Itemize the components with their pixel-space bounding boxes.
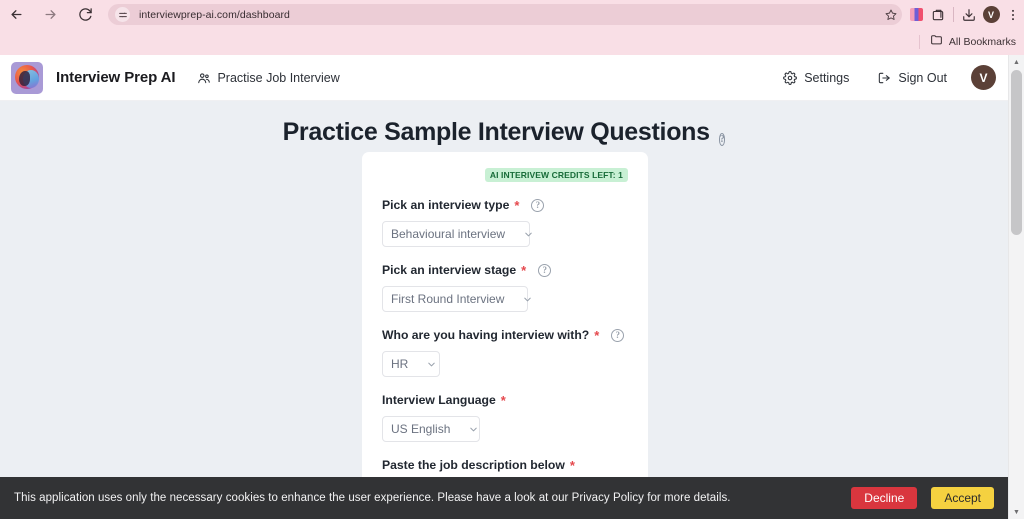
field-interview-type: Pick an interview type * ? Behavioural i… bbox=[382, 198, 628, 247]
sign-out-label: Sign Out bbox=[898, 70, 947, 85]
tune-sliders-icon[interactable] bbox=[115, 7, 130, 22]
browser-profile-initial: V bbox=[982, 6, 1000, 23]
toolbar-actions: V bbox=[905, 4, 1024, 26]
nav-practise-job-interview-label: Practise Job Interview bbox=[217, 70, 340, 85]
field-interview-language-label: Interview Language bbox=[382, 393, 496, 407]
field-interview-stage-label-row: Pick an interview stage * ? bbox=[382, 263, 628, 277]
field-job-description-label-row: Paste the job description below * bbox=[382, 458, 628, 472]
interview-type-select[interactable]: Behavioural interview bbox=[382, 221, 532, 247]
required-marker: * bbox=[569, 457, 575, 473]
people-icon bbox=[197, 71, 211, 85]
extension-puzzle-icon[interactable] bbox=[905, 4, 927, 26]
scrollbar-thumb[interactable] bbox=[1011, 70, 1022, 235]
brand-name[interactable]: Interview Prep AI bbox=[56, 69, 176, 86]
help-circle-icon[interactable]: ? bbox=[611, 328, 625, 342]
toolbar-divider bbox=[953, 7, 954, 22]
interview-with-value: HR bbox=[391, 357, 409, 371]
help-circle-icon[interactable]: ? bbox=[531, 198, 545, 212]
folder-icon bbox=[930, 33, 943, 51]
sign-out-button[interactable]: Sign Out bbox=[877, 71, 947, 85]
interview-stage-select[interactable]: First Round Interview bbox=[382, 286, 532, 312]
accept-button[interactable]: Accept bbox=[931, 487, 994, 509]
page-scrollbar[interactable]: ▲ ▼ bbox=[1008, 55, 1024, 519]
split-screen-icon[interactable] bbox=[927, 4, 949, 26]
field-interview-type-label: Pick an interview type bbox=[382, 198, 510, 212]
app-header: Interview Prep AI Practise Job Interview… bbox=[0, 55, 1008, 101]
field-job-description-label: Paste the job description below bbox=[382, 458, 565, 472]
interview-form-card: AI INTERIVEW CREDITS LEFT: 1 Pick an int… bbox=[362, 152, 648, 519]
interview-language-value: US English bbox=[391, 422, 451, 436]
chevron-down-icon[interactable] bbox=[523, 226, 534, 242]
status-badge: AI INTERIVEW CREDITS LEFT: 1 bbox=[484, 168, 628, 182]
cookie-consent-banner: This application uses only the necessary… bbox=[0, 477, 1008, 519]
page-content: Practice Sample Interview Questions ? AI… bbox=[0, 101, 1008, 519]
field-interview-with: Who are you having interview with? * ? H… bbox=[382, 328, 628, 377]
address-bar[interactable]: interviewprep-ai.com/dashboard bbox=[108, 4, 902, 25]
chevron-down-icon[interactable] bbox=[426, 356, 437, 372]
required-marker: * bbox=[521, 262, 527, 278]
field-interview-language-label-row: Interview Language * bbox=[382, 393, 628, 407]
decline-button[interactable]: Decline bbox=[851, 487, 918, 509]
bookmarks-divider bbox=[918, 35, 920, 49]
download-icon[interactable] bbox=[958, 4, 980, 26]
sign-out-icon bbox=[877, 71, 891, 85]
help-circle-icon[interactable]: ? bbox=[538, 263, 552, 277]
interview-language-select[interactable]: US English bbox=[382, 416, 480, 442]
field-interview-with-label-row: Who are you having interview with? * ? bbox=[382, 328, 628, 342]
cookie-consent-text: This application uses only the necessary… bbox=[14, 492, 731, 504]
field-interview-with-label: Who are you having interview with? bbox=[382, 328, 590, 342]
browser-toolbar: interviewprep-ai.com/dashboard V bbox=[0, 0, 1024, 29]
bookmark-star-icon[interactable] bbox=[882, 6, 899, 23]
required-marker: * bbox=[500, 392, 506, 408]
gear-icon bbox=[783, 70, 798, 85]
reload-icon[interactable] bbox=[72, 2, 98, 28]
forward-icon[interactable] bbox=[37, 2, 63, 28]
cookie-consent-actions: Decline Accept bbox=[851, 487, 994, 509]
all-bookmarks-label[interactable]: All Bookmarks bbox=[949, 36, 1016, 48]
required-marker: * bbox=[514, 197, 520, 213]
help-circle-icon[interactable]: ? bbox=[718, 120, 726, 149]
credits-badge-row: AI INTERIVEW CREDITS LEFT: 1 bbox=[382, 168, 628, 182]
field-interview-type-label-row: Pick an interview type * ? bbox=[382, 198, 628, 212]
chevron-down-icon[interactable] bbox=[468, 421, 479, 437]
chevron-down-icon[interactable] bbox=[522, 291, 533, 307]
interview-type-value: Behavioural interview bbox=[391, 227, 506, 241]
address-bar-url: interviewprep-ai.com/dashboard bbox=[139, 8, 290, 21]
bookmarks-bar: All Bookmarks bbox=[0, 29, 1024, 55]
nav-practise-job-interview[interactable]: Practise Job Interview bbox=[197, 70, 340, 85]
settings-label: Settings bbox=[804, 70, 850, 85]
back-icon[interactable] bbox=[3, 2, 29, 28]
settings-button[interactable]: Settings bbox=[783, 71, 849, 85]
scroll-down-arrow-icon[interactable]: ▼ bbox=[1009, 505, 1024, 519]
three-dot-menu-icon[interactable] bbox=[1002, 4, 1024, 26]
avatar[interactable]: V bbox=[971, 65, 996, 90]
page-title-text: Practice Sample Interview Questions bbox=[282, 117, 710, 146]
scroll-up-arrow-icon[interactable]: ▲ bbox=[1009, 55, 1024, 69]
browser-profile-avatar[interactable]: V bbox=[980, 4, 1002, 26]
browser-chrome: interviewprep-ai.com/dashboard V All Boo… bbox=[0, 0, 1024, 55]
interview-prep-ai-logo-icon[interactable] bbox=[11, 61, 43, 94]
field-interview-language: Interview Language * US English bbox=[382, 393, 628, 442]
header-actions: Settings Sign Out V bbox=[755, 65, 1008, 90]
page-title: Practice Sample Interview Questions ? bbox=[0, 115, 1008, 149]
interview-stage-value: First Round Interview bbox=[391, 292, 505, 306]
required-marker: * bbox=[594, 327, 600, 343]
field-interview-stage-label: Pick an interview stage bbox=[382, 263, 517, 277]
field-interview-stage: Pick an interview stage * ? First Round … bbox=[382, 263, 628, 312]
interview-with-select[interactable]: HR bbox=[382, 351, 440, 377]
